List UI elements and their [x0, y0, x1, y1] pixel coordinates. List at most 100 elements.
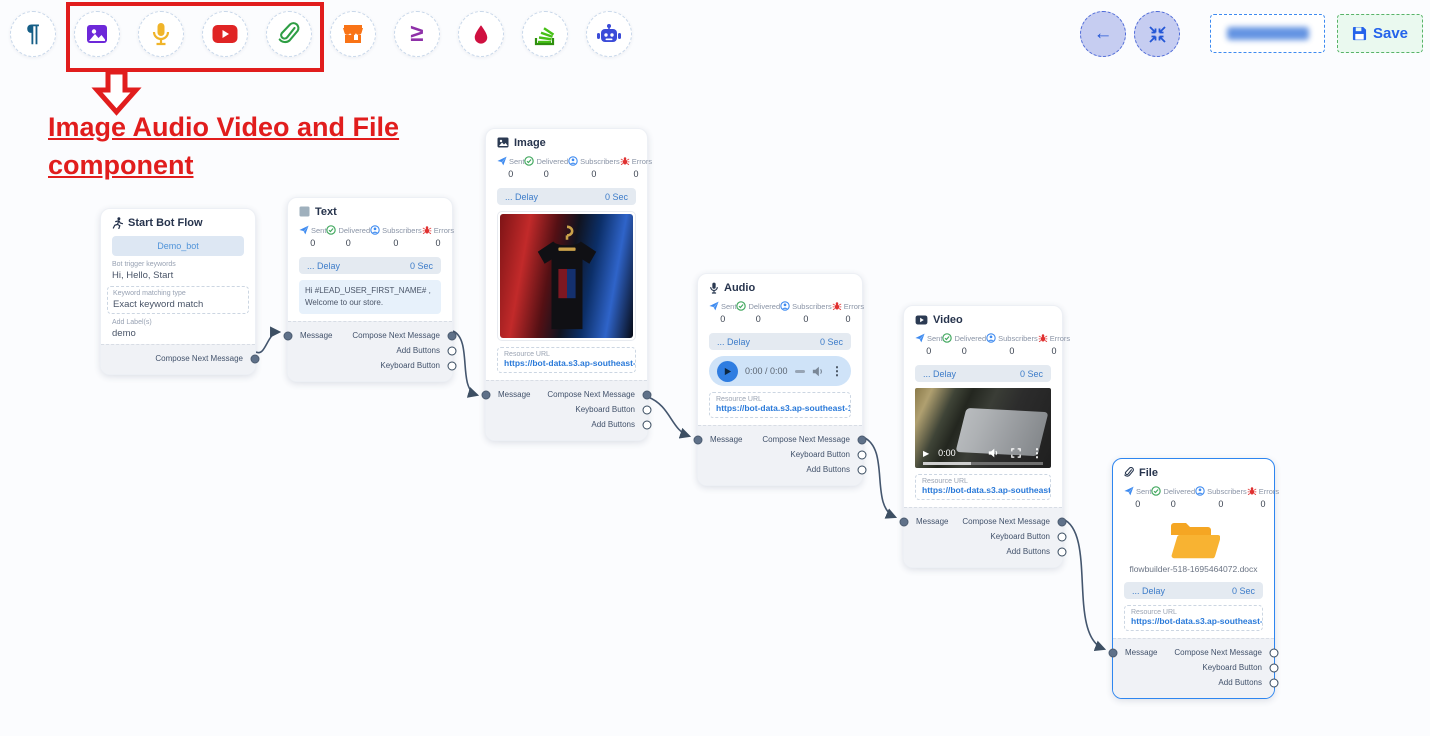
audio-node-icon — [709, 282, 719, 294]
paper-plane-icon — [915, 333, 925, 343]
stat-label: Sent — [509, 157, 524, 166]
back-button[interactable]: ← — [1080, 11, 1126, 57]
stat-label: Subscribers — [580, 157, 620, 166]
play-button[interactable] — [717, 361, 738, 382]
keyboard-button-handle[interactable] — [643, 405, 652, 414]
compose-output-handle[interactable] — [643, 390, 652, 399]
audio-seek-bar[interactable] — [795, 370, 805, 373]
stat-value: 0 — [393, 238, 398, 248]
microphone-icon — [150, 22, 172, 46]
stat-value: 0 — [346, 238, 351, 248]
resource-url-link[interactable]: https://bot-data.s3.ap-southeast-1.wasab… — [1131, 616, 1256, 626]
node-title: Audio — [724, 282, 755, 294]
add-buttons-label: Add Buttons — [806, 465, 850, 474]
play-icon[interactable]: ▶ — [923, 449, 929, 458]
bug-icon — [832, 301, 842, 311]
audio-node[interactable]: Audio Sent 0 Delivered 0 Subscribers 0 E… — [697, 273, 863, 486]
keyboard-button-handle[interactable] — [1270, 663, 1279, 672]
bot-name-button[interactable]: Demo_bot — [112, 236, 244, 256]
image-node[interactable]: Image Sent 0 Delivered 0 Subscribers 0 E… — [485, 128, 648, 441]
delay-row[interactable]: ... Delay 0 Sec — [497, 188, 636, 205]
stat-label: Sent — [721, 302, 736, 311]
toolbar-droplet-button[interactable] — [458, 11, 504, 57]
fit-view-button[interactable] — [1134, 11, 1180, 57]
message-input-handle[interactable] — [482, 390, 491, 399]
volume-icon[interactable] — [988, 448, 999, 458]
stat-value: 0 — [633, 169, 638, 179]
delay-label: ... Delay — [505, 192, 538, 202]
file-node[interactable]: File Sent 0 Delivered 0 Subscribers 0 Er… — [1112, 458, 1275, 699]
message-input-handle[interactable] — [1109, 648, 1118, 657]
toolbar-audio-button[interactable] — [138, 11, 184, 57]
stat-errors: Errors 0 — [620, 156, 652, 182]
save-button[interactable]: Save — [1337, 14, 1423, 53]
field-keyword-matching-type[interactable]: Keyword matching type Exact keyword matc… — [107, 286, 249, 314]
message-input-handle[interactable] — [694, 435, 703, 444]
toolbar-file-button[interactable] — [266, 11, 312, 57]
field-add-labels[interactable]: Add Label(s) demo — [112, 319, 244, 339]
resource-url-link[interactable]: https://bot-data.s3.ap-southeast-1.wasab… — [504, 358, 629, 368]
toolbar-storefront-button[interactable] — [330, 11, 376, 57]
keyboard-button-handle[interactable] — [448, 361, 457, 370]
delay-value: 0 Sec — [1232, 586, 1255, 596]
kebab-menu-icon[interactable]: ⋮ — [831, 365, 843, 377]
fullscreen-icon[interactable] — [1011, 448, 1021, 458]
video-preview[interactable]: ▶ 0:00 ⋮ — [915, 388, 1051, 468]
add-buttons-handle[interactable] — [643, 420, 652, 429]
kebab-menu-icon[interactable]: ⋮ — [1031, 447, 1043, 459]
field-label: Keyword matching type — [113, 290, 243, 297]
annotation-text: Image Audio Video and File component — [48, 108, 420, 185]
node-footer: Message Compose Next Message Keyboard Bu… — [486, 380, 647, 440]
message-preview[interactable]: Hi #LEAD_USER_FIRST_NAME# , Welcome to o… — [299, 280, 441, 314]
stats-row: Sent 0 Delivered 0 Subscribers 0 Errors … — [299, 225, 441, 251]
text-node[interactable]: Text Sent 0 Delivered 0 Subscribers 0 Er… — [287, 197, 453, 382]
check-circle-icon — [736, 301, 746, 311]
redacted-button[interactable] — [1210, 14, 1325, 53]
stat-label: Errors — [1050, 334, 1070, 343]
compose-output-handle[interactable] — [448, 331, 457, 340]
add-buttons-handle[interactable] — [1058, 547, 1067, 556]
volume-icon[interactable] — [812, 366, 824, 377]
delay-row[interactable]: ... Delay 0 Sec — [915, 365, 1051, 382]
video-controls[interactable]: ▶ 0:00 ⋮ — [923, 447, 1043, 459]
edge-start-to-text[interactable] — [256, 332, 279, 353]
toolbar-image-button[interactable] — [74, 11, 120, 57]
file-preview[interactable] — [1124, 518, 1263, 564]
toolbar-condition-button[interactable]: ≥ — [394, 11, 440, 57]
stat-label: Delivered — [338, 226, 370, 235]
audio-player[interactable]: 0:00 / 0:00 ⋮ — [709, 356, 851, 386]
add-buttons-handle[interactable] — [448, 346, 457, 355]
keyboard-button-handle[interactable] — [858, 450, 867, 459]
compose-output-handle[interactable] — [251, 354, 260, 363]
edge-video-to-file[interactable] — [1063, 519, 1104, 649]
compose-output-handle[interactable] — [858, 435, 867, 444]
video-node[interactable]: Video Sent 0 Delivered 0 Subscribers 0 E… — [903, 305, 1063, 568]
compose-output-label: Compose Next Message — [762, 435, 850, 444]
add-buttons-handle[interactable] — [858, 465, 867, 474]
toolbar-robot-button[interactable] — [586, 11, 632, 57]
toolbar-video-button[interactable] — [202, 11, 248, 57]
edge-text-to-image[interactable] — [453, 331, 477, 395]
compose-output-handle[interactable] — [1058, 517, 1067, 526]
start-bot-flow-node[interactable]: Start Bot Flow Demo_bot Bot trigger keyw… — [100, 208, 256, 375]
edge-image-to-audio[interactable] — [648, 397, 689, 436]
resource-url-link[interactable]: https://bot-data.s3.ap-southeast-1.wasab… — [716, 403, 844, 413]
add-buttons-handle[interactable] — [1270, 678, 1279, 687]
delay-row[interactable]: ... Delay 0 Sec — [299, 257, 441, 274]
image-preview[interactable] — [497, 211, 636, 341]
delay-row[interactable]: ... Delay 0 Sec — [709, 333, 851, 350]
compose-output-label: Compose Next Message — [962, 517, 1050, 526]
message-input-handle[interactable] — [900, 517, 909, 526]
toolbar-text-button[interactable]: ¶ — [10, 11, 56, 57]
field-bot-trigger-keywords[interactable]: Bot trigger keywords Hi, Hello, Start — [112, 261, 244, 281]
toolbar-stack-button[interactable] — [522, 11, 568, 57]
edge-audio-to-video[interactable] — [863, 437, 895, 517]
delay-row[interactable]: ... Delay 0 Sec — [1124, 582, 1263, 599]
message-input-handle[interactable] — [284, 331, 293, 340]
video-progress-bar[interactable] — [923, 462, 1043, 465]
keyboard-button-handle[interactable] — [1058, 532, 1067, 541]
compose-output-handle[interactable] — [1270, 648, 1279, 657]
message-input-label: Message — [916, 517, 948, 526]
resource-url-label: Resource URL — [716, 396, 844, 403]
resource-url-link[interactable]: https://bot-data.s3.ap-southeast-1.wasab… — [922, 485, 1044, 495]
